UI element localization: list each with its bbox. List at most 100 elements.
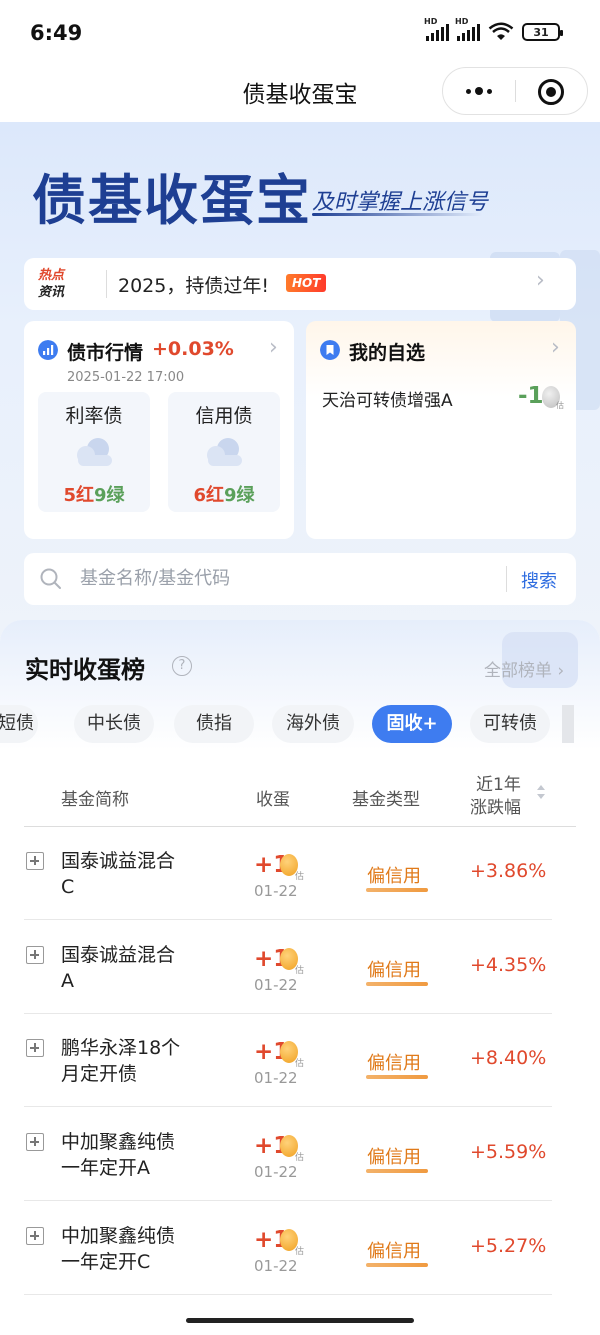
credit-bond-tile[interactable]: 信用债 6红9绿: [168, 392, 280, 512]
fund-name-line2: 一年定开C: [61, 1251, 151, 1273]
table-row[interactable]: 中加聚鑫纯债 一年定开C +1 估 01-22 偏信用 +5.27%: [24, 1201, 552, 1295]
fund-name-line2: C: [61, 876, 75, 898]
favorites-title: 我的自选: [349, 342, 426, 364]
egg-date: 01-22: [254, 1069, 298, 1087]
table-row[interactable]: 国泰诚益混合 C +1 估 01-22 偏信用 +3.86%: [24, 826, 552, 920]
add-favorite-icon[interactable]: [26, 946, 44, 964]
capsule-divider: [515, 80, 516, 102]
year-change: +8.40%: [470, 1047, 547, 1069]
fund-name-line1: 国泰诚益混合: [61, 944, 176, 966]
col-change-line1[interactable]: 近1年: [476, 770, 521, 795]
market-change: +0.03%: [152, 338, 234, 360]
egg-date: 01-22: [254, 1163, 298, 1181]
table-row[interactable]: 鹏华永泽18个 月定开债 +1 估 01-22 偏信用 +8.40%: [24, 1013, 552, 1107]
more-dot-icon: [475, 87, 483, 95]
close-mini-program-icon[interactable]: [538, 79, 564, 105]
signal-icon-2: HD: [455, 17, 480, 41]
add-favorite-icon[interactable]: [26, 1039, 44, 1057]
egg-date: 01-22: [254, 976, 298, 994]
divider: [506, 566, 507, 592]
year-change: +4.35%: [470, 954, 547, 976]
estimate-label: 估: [295, 872, 305, 882]
year-change: +5.59%: [470, 1141, 547, 1163]
rate-bond-tile[interactable]: 利率债 5红9绿: [38, 392, 150, 512]
divider: [106, 270, 107, 298]
sim2-label: HD: [455, 17, 469, 26]
cloud-icon: [207, 438, 242, 466]
more-button[interactable]: [443, 68, 515, 114]
col-fund-type: 基金类型: [352, 790, 420, 810]
status-icons: HD HD 31: [424, 17, 563, 42]
tile-count: 5红9绿: [38, 481, 150, 507]
col-egg: 收蛋: [256, 790, 290, 810]
favorite-fund-name[interactable]: 天治可转债增强A: [322, 386, 453, 411]
sort-icon[interactable]: [536, 784, 546, 800]
hot-news-tag: 热点 资讯: [38, 267, 64, 301]
fund-name: 中加聚鑫纯债 一年定开C: [61, 1223, 201, 1275]
col-change-line2[interactable]: 涨跌幅: [470, 793, 521, 818]
market-title: 债市行情: [67, 342, 144, 364]
chart-icon: [38, 340, 58, 360]
more-dot-icon: [487, 88, 492, 94]
category-tabs: 短债 中长债 债指 海外债 固收+ 可转债: [0, 705, 600, 743]
more-dot-icon: [466, 88, 471, 94]
all-rankings-label: 全部榜单: [484, 661, 552, 681]
add-favorite-icon[interactable]: [26, 1227, 44, 1245]
fund-type: 偏信用: [367, 960, 421, 981]
fund-name: 国泰诚益混合 A: [61, 942, 201, 994]
add-favorite-icon[interactable]: [26, 852, 44, 870]
help-icon[interactable]: ?: [172, 656, 192, 676]
search-button[interactable]: 搜索: [521, 567, 557, 593]
estimate-label: 估: [295, 1153, 305, 1163]
tab-convertible-bond[interactable]: 可转债: [470, 705, 550, 743]
cloud-icon: [77, 438, 112, 466]
status-bar: 6:49 HD HD 31: [0, 0, 600, 66]
fund-name-line2: 月定开债: [61, 1063, 138, 1085]
tab-mid-long-bond[interactable]: 中长债: [74, 705, 154, 743]
mini-program-capsule: [442, 67, 588, 115]
fund-type-underline: [366, 1263, 428, 1267]
market-date: 2025-01-22 17:00: [67, 370, 185, 385]
slogan-underline: [312, 213, 482, 216]
table-row[interactable]: 中加聚鑫纯债 一年定开A +1 估 01-22 偏信用 +5.59%: [24, 1107, 552, 1201]
hot-badge: HOT: [286, 274, 327, 292]
wifi-icon: [488, 22, 514, 40]
hot-news-text: 2025，持债过年!: [118, 275, 269, 297]
table-header: 基金简称 收蛋 基金类型 近1年 涨跌幅: [24, 765, 576, 827]
egg-date: 01-22: [254, 882, 298, 900]
tab-bond-index[interactable]: 债指: [174, 705, 254, 743]
fund-name-line1: 鹏华永泽18个: [61, 1037, 181, 1059]
fund-name-line2: 一年定开A: [61, 1157, 150, 1179]
bond-market-card[interactable]: 债市行情 +0.03% › 2025-01-22 17:00 利率债 5红9绿 …: [24, 321, 294, 539]
estimate-label: 估: [295, 966, 305, 976]
bookmark-icon: [320, 340, 340, 360]
fund-name-line1: 中加聚鑫纯债: [61, 1225, 176, 1247]
chevron-right-icon: ›: [269, 335, 278, 360]
table-row[interactable]: 国泰诚益混合 A +1 估 01-22 偏信用 +4.35%: [24, 920, 552, 1014]
chevron-right-icon: ›: [536, 268, 545, 293]
brand-logo: 债基收蛋宝: [32, 169, 312, 232]
search-input[interactable]: [80, 568, 500, 589]
red-count: 6红: [193, 485, 224, 506]
home-indicator[interactable]: [186, 1318, 414, 1323]
ranking-title: 实时收蛋榜: [25, 656, 145, 684]
tile-label: 利率债: [65, 405, 123, 427]
fund-name-line1: 国泰诚益混合: [61, 850, 176, 872]
chevron-right-icon: ›: [551, 335, 560, 360]
estimate-label: 估: [295, 1059, 305, 1069]
hot-news-bar[interactable]: 热点 资讯 2025，持债过年! HOT ›: [24, 258, 576, 310]
tab-short-bond[interactable]: 短债: [0, 705, 38, 743]
fund-type: 偏信用: [367, 1053, 421, 1074]
fund-type: 偏信用: [367, 1147, 421, 1168]
tab-fixed-income-plus[interactable]: 固收+: [372, 705, 452, 743]
add-favorite-icon[interactable]: [26, 1133, 44, 1151]
tabs-scroll-edge: [562, 705, 574, 743]
status-time: 6:49: [30, 21, 83, 45]
search-bar: 搜索: [24, 553, 576, 605]
all-rankings-link[interactable]: 全部榜单 ›: [484, 656, 564, 681]
fund-name: 国泰诚益混合 C: [61, 848, 201, 900]
banner-slogan: 及时掌握上涨信号: [312, 190, 489, 215]
tab-overseas-bond[interactable]: 海外债: [272, 705, 354, 743]
my-favorites-card[interactable]: 我的自选 › 天治可转债增强A -1 估: [306, 321, 576, 539]
tile-label: 信用债: [195, 405, 253, 427]
